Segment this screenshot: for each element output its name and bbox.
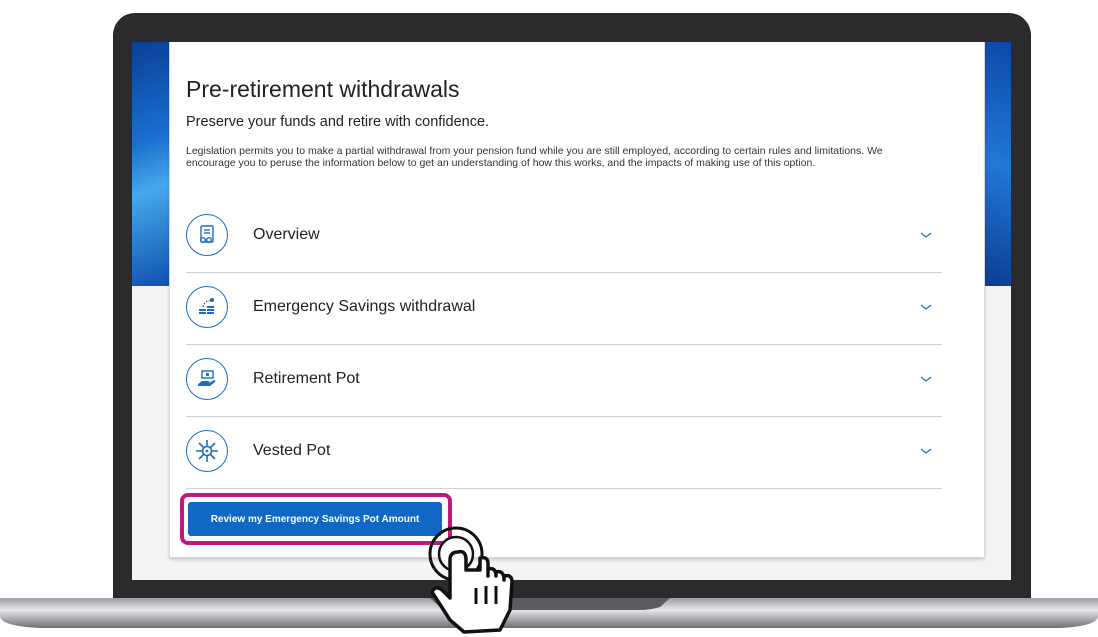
content-card: Pre-retirement withdrawals Preserve your… xyxy=(170,42,984,557)
chevron-down-icon[interactable] xyxy=(920,374,932,384)
cta-highlight: Review my Emergency Savings Pot Amount xyxy=(180,493,452,545)
accordion-label: Overview xyxy=(253,226,320,243)
background-gradient-left xyxy=(132,42,172,286)
accordion-item-overview[interactable]: Overview xyxy=(186,204,942,273)
chevron-down-icon[interactable] xyxy=(920,302,932,312)
document-glasses-icon xyxy=(186,214,228,256)
accordion-label: Emergency Savings withdrawal xyxy=(253,298,476,315)
page-title: Pre-retirement withdrawals xyxy=(186,76,460,102)
intro-text: Legislation permits you to make a partia… xyxy=(186,145,883,169)
accordion-label: Retirement Pot xyxy=(253,370,360,387)
accordion-label: Vested Pot xyxy=(253,442,331,459)
chevron-down-icon[interactable] xyxy=(920,446,932,456)
laptop-screen: Pre-retirement withdrawals Preserve your… xyxy=(132,42,1011,580)
coins-stack-icon xyxy=(186,286,228,328)
page-subtitle: Preserve your funds and retire with conf… xyxy=(186,114,490,130)
accordion-item-vested-pot[interactable]: Vested Pot xyxy=(186,420,942,489)
snowflake-lock-icon xyxy=(186,430,228,472)
chevron-down-icon[interactable] xyxy=(920,230,932,240)
hand-pointer-icon xyxy=(428,526,514,634)
accordion-item-retirement-pot[interactable]: Retirement Pot xyxy=(186,348,942,417)
accordion-item-emergency-savings[interactable]: Emergency Savings withdrawal xyxy=(186,276,942,345)
background-gradient-right xyxy=(981,42,1011,286)
review-emergency-savings-button[interactable]: Review my Emergency Savings Pot Amount xyxy=(188,502,442,536)
laptop-base xyxy=(0,598,1098,628)
hand-money-icon xyxy=(186,358,228,400)
